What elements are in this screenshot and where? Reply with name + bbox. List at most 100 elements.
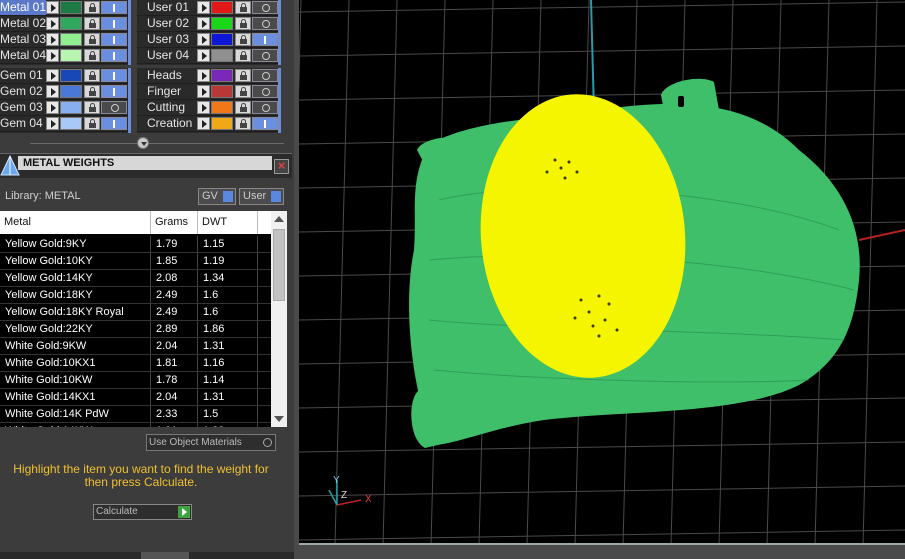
expand-arrow-icon[interactable] (46, 85, 59, 98)
table-row[interactable]: White Gold:14KW1.911.23 (0, 423, 271, 427)
column-header-grams[interactable]: Grams (151, 211, 198, 234)
scroll-down-icon[interactable] (274, 416, 284, 422)
expand-arrow-icon[interactable] (197, 101, 210, 114)
layer-row[interactable]: User 02 (137, 16, 278, 32)
column-header-metal[interactable]: Metal (0, 211, 151, 234)
layer-color-swatch[interactable] (60, 117, 82, 130)
lock-icon[interactable] (84, 117, 100, 130)
scroll-thumb[interactable] (273, 229, 285, 301)
layer-name[interactable]: User 02 (137, 16, 197, 31)
layer-name[interactable]: User 04 (137, 48, 197, 63)
visibility-toggle-icon[interactable] (101, 33, 127, 46)
lock-icon[interactable] (84, 49, 100, 62)
expand-arrow-icon[interactable] (197, 69, 210, 82)
lock-icon[interactable] (84, 101, 100, 114)
layer-name[interactable]: User 03 (137, 32, 197, 47)
layer-name[interactable]: Metal 01 (0, 0, 46, 15)
lock-icon[interactable] (235, 85, 251, 98)
visibility-toggle-icon[interactable] (252, 69, 278, 82)
layer-color-swatch[interactable] (211, 101, 233, 114)
visibility-toggle-icon[interactable] (101, 69, 127, 82)
layer-row[interactable]: Metal 04 (0, 48, 128, 64)
layer-row[interactable]: Gem 01 (0, 68, 128, 84)
layer-name[interactable]: Gem 02 (0, 84, 46, 99)
close-icon[interactable]: × (274, 159, 289, 174)
layer-name[interactable]: Metal 03 (0, 32, 46, 47)
expand-arrow-icon[interactable] (197, 117, 210, 130)
layer-row[interactable]: Finger (137, 84, 278, 100)
layer-color-swatch[interactable] (211, 69, 233, 82)
layer-name[interactable]: Finger (137, 84, 197, 99)
lock-icon[interactable] (84, 85, 100, 98)
layer-row[interactable]: Metal 02 (0, 16, 128, 32)
lock-icon[interactable] (235, 33, 251, 46)
visibility-toggle-icon[interactable] (101, 117, 127, 130)
visibility-toggle-icon[interactable] (101, 1, 127, 14)
layer-color-swatch[interactable] (211, 33, 233, 46)
lock-icon[interactable] (235, 17, 251, 30)
layer-row[interactable]: User 01 (137, 0, 278, 16)
expand-arrow-icon[interactable] (46, 33, 59, 46)
visibility-toggle-icon[interactable] (252, 17, 278, 30)
expand-arrow-icon[interactable] (197, 85, 210, 98)
radio-icon[interactable] (263, 438, 272, 447)
layer-color-swatch[interactable] (60, 69, 82, 82)
layer-color-swatch[interactable] (211, 85, 233, 98)
visibility-toggle-icon[interactable] (252, 1, 278, 14)
visibility-toggle-icon[interactable] (101, 49, 127, 62)
layer-row[interactable]: User 03 (137, 32, 278, 48)
expand-arrow-icon[interactable] (46, 1, 59, 14)
calculate-button[interactable]: Calculate (93, 504, 192, 520)
layer-row[interactable]: User 04 (137, 48, 278, 64)
lock-icon[interactable] (84, 1, 100, 14)
lock-icon[interactable] (84, 17, 100, 30)
table-row[interactable]: Yellow Gold:10KY 1.85 1.19 (0, 253, 271, 270)
layer-color-swatch[interactable] (211, 17, 233, 30)
layer-name[interactable]: Gem 03 (0, 100, 46, 115)
layer-name[interactable]: Heads (137, 68, 197, 83)
visibility-toggle-icon[interactable] (101, 17, 127, 30)
table-row[interactable]: Yellow Gold:9KY 1.79 1.15 (0, 236, 271, 253)
column-header-dwt[interactable]: DWT (198, 211, 258, 234)
table-row[interactable]: Yellow Gold:22KY 2.89 1.86 (0, 321, 271, 338)
table-row[interactable]: Yellow Gold:14KY 2.08 1.34 (0, 270, 271, 287)
layer-name[interactable]: Metal 04 (0, 48, 46, 63)
table-row[interactable]: White Gold:9KW 2.04 1.31 (0, 338, 271, 355)
lock-icon[interactable] (84, 69, 100, 82)
layer-row[interactable]: Gem 02 (0, 84, 128, 100)
expand-arrow-icon[interactable] (197, 17, 210, 30)
layer-row[interactable]: Gem 04 (0, 116, 128, 132)
layer-name[interactable]: User 01 (137, 0, 197, 15)
table-row[interactable]: Yellow Gold:18KY 2.49 1.6 (0, 287, 271, 304)
visibility-toggle-icon[interactable] (252, 117, 278, 130)
layer-row[interactable]: Creation (137, 116, 278, 132)
lock-icon[interactable] (235, 49, 251, 62)
visibility-toggle-icon[interactable] (252, 85, 278, 98)
layer-color-swatch[interactable] (60, 101, 82, 114)
lock-icon[interactable] (84, 33, 100, 46)
expand-arrow-icon[interactable] (197, 1, 210, 14)
expand-arrow-icon[interactable] (46, 117, 59, 130)
scroll-up-icon[interactable] (274, 216, 284, 222)
visibility-toggle-icon[interactable] (252, 101, 278, 114)
expand-arrow-icon[interactable] (197, 49, 210, 62)
layer-row[interactable]: Metal 03 (0, 32, 128, 48)
layer-color-swatch[interactable] (211, 49, 233, 62)
layer-row[interactable]: Metal 01 (0, 0, 128, 16)
visibility-toggle-icon[interactable] (101, 85, 127, 98)
gv-toggle-button[interactable]: GV (198, 188, 236, 205)
lock-icon[interactable] (235, 1, 251, 14)
layer-name[interactable]: Gem 04 (0, 116, 46, 131)
layer-name[interactable]: Gem 01 (0, 68, 46, 83)
lock-icon[interactable] (235, 101, 251, 114)
table-scrollbar[interactable] (271, 211, 287, 427)
visibility-toggle-icon[interactable] (252, 49, 278, 62)
visibility-toggle-icon[interactable] (252, 33, 278, 46)
lock-icon[interactable] (235, 69, 251, 82)
table-row[interactable]: Yellow Gold:18KY Royal 2.49 1.6 (0, 304, 271, 321)
use-object-materials-option[interactable]: Use Object Materials (146, 434, 276, 451)
user-toggle-button[interactable]: User (239, 188, 284, 205)
lock-icon[interactable] (235, 117, 251, 130)
layer-color-swatch[interactable] (211, 117, 233, 130)
layer-color-swatch[interactable] (60, 17, 82, 30)
